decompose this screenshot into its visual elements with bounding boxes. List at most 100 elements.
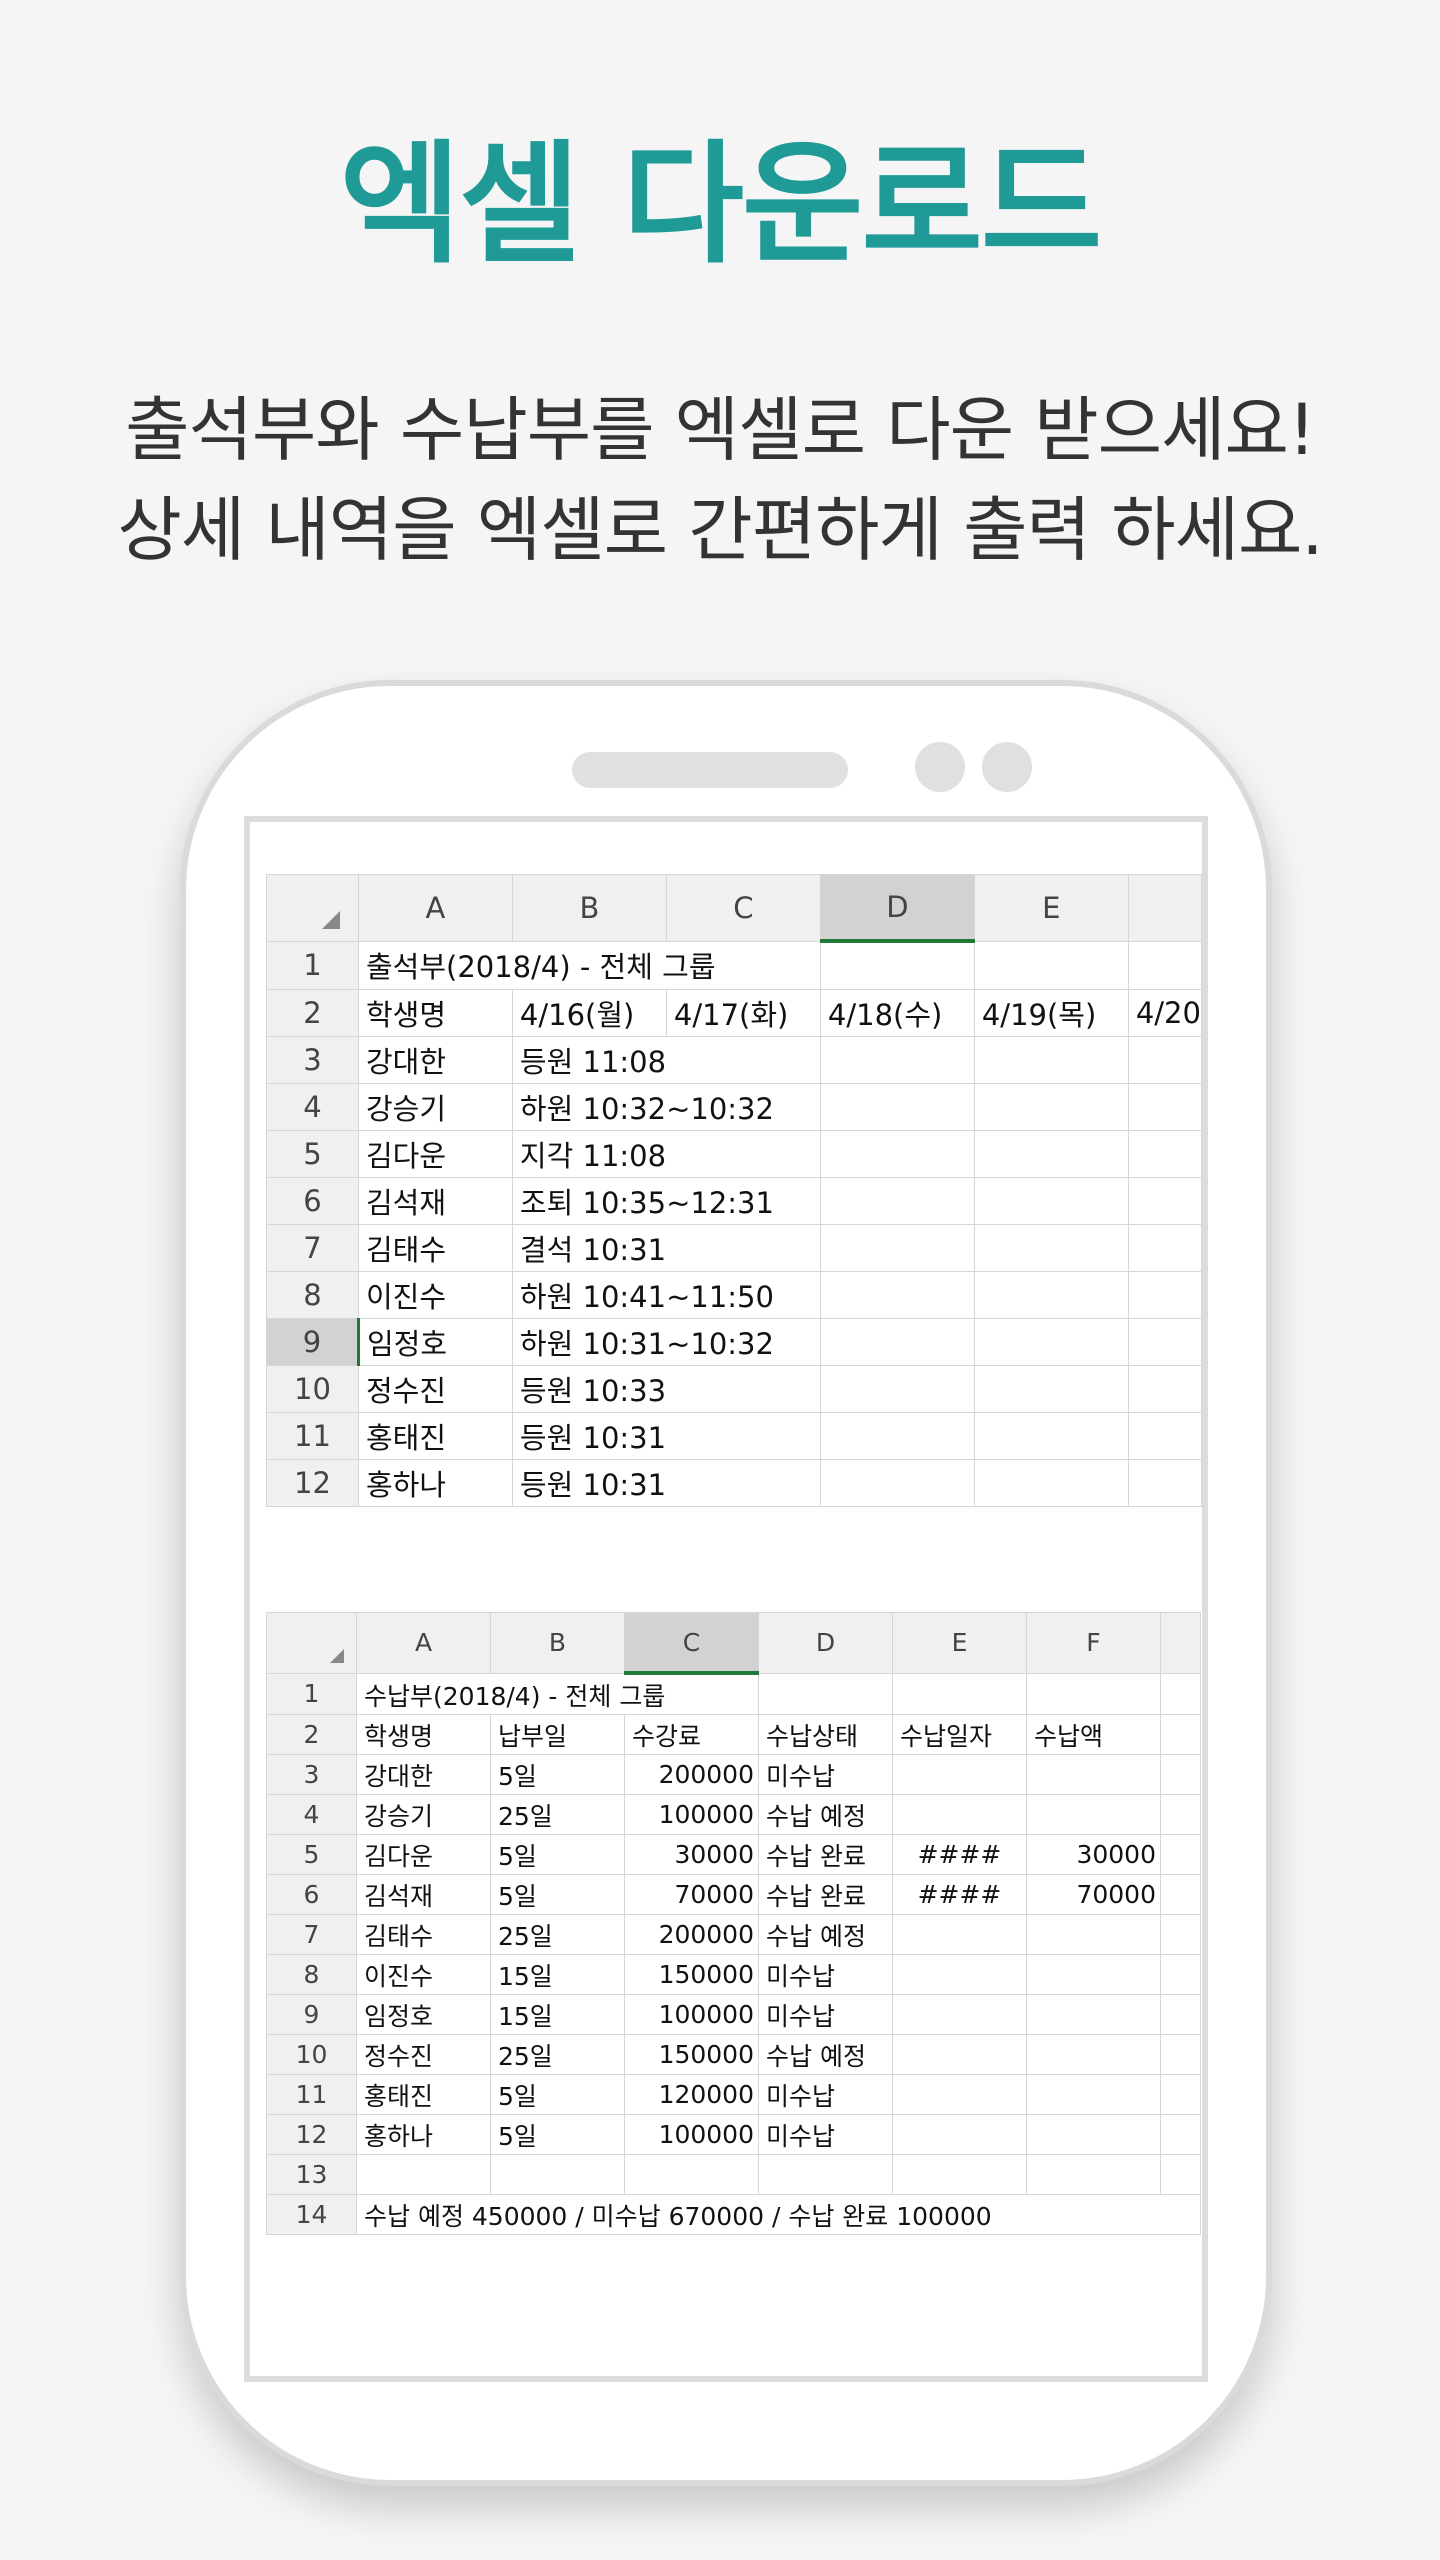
column-header-f[interactable] [1127,874,1202,942]
cell[interactable] [973,1459,1129,1507]
row-header[interactable]: 9 [266,1994,357,2035]
row-header[interactable]: 7 [266,1224,359,1272]
payment-amount-cell[interactable] [1026,1954,1161,1995]
cell[interactable] [624,2154,759,2195]
cell[interactable] [1127,1224,1202,1272]
row-header[interactable]: 14 [266,2194,357,2235]
student-name-cell[interactable]: 강승기 [356,1794,491,1835]
payment-amount-cell[interactable] [1026,2114,1161,2155]
cell[interactable] [1160,1714,1201,1755]
cell[interactable] [973,1271,1129,1319]
payment-status-cell[interactable]: 수납 완료 [758,1834,893,1875]
due-day-cell[interactable]: 15일 [490,1954,625,1995]
payment-status-cell[interactable]: 미수납 [758,2074,893,2115]
cell[interactable] [1127,1459,1202,1507]
payment-status-cell[interactable]: 미수납 [758,1994,893,2035]
row-header[interactable]: 7 [266,1914,357,1955]
header-cell[interactable]: 학생명 [357,989,513,1037]
student-name-cell[interactable]: 이진수 [356,1954,491,1995]
payment-status-cell[interactable]: 미수납 [758,1954,893,1995]
payment-amount-cell[interactable] [1026,1754,1161,1795]
attendance-record-cell[interactable]: 등원 10:33 [511,1365,821,1413]
student-name-cell[interactable]: 홍태진 [356,2074,491,2115]
due-day-cell[interactable]: 15일 [490,1994,625,2035]
cell[interactable] [973,1224,1129,1272]
fee-cell[interactable]: 150000 [624,1954,759,1995]
select-all-corner[interactable] [266,874,359,942]
payment-date-cell[interactable] [892,2034,1027,2075]
cell[interactable] [819,1318,975,1366]
header-cell[interactable]: 수납상태 [758,1714,893,1755]
column-header-f[interactable]: F [1026,1612,1161,1674]
due-day-cell[interactable]: 5일 [490,1874,625,1915]
student-name-cell[interactable]: 정수진 [357,1365,513,1413]
cell[interactable] [973,1130,1129,1178]
fee-cell[interactable]: 200000 [624,1914,759,1955]
cell[interactable] [758,1672,893,1715]
cell[interactable] [1160,1874,1201,1915]
fee-cell[interactable]: 30000 [624,1834,759,1875]
cell[interactable] [1160,1914,1201,1955]
fee-cell[interactable]: 70000 [624,1874,759,1915]
student-name-cell[interactable]: 김태수 [357,1224,513,1272]
payment-date-cell[interactable] [892,1754,1027,1795]
column-header-c[interactable]: C [665,874,821,942]
header-cell[interactable]: 수납액 [1026,1714,1161,1755]
header-cell[interactable]: 납부일 [490,1714,625,1755]
due-day-cell[interactable]: 5일 [490,2074,625,2115]
cell[interactable] [819,940,975,990]
student-name-cell[interactable]: 강대한 [356,1754,491,1795]
cell[interactable] [819,1412,975,1460]
attendance-record-cell[interactable]: 조퇴 10:35~12:31 [511,1177,821,1225]
column-header-e[interactable]: E [892,1612,1027,1674]
cell[interactable] [1127,1365,1202,1413]
cell[interactable] [1026,2154,1161,2195]
row-header[interactable]: 12 [266,2114,357,2155]
cell[interactable] [1127,1130,1202,1178]
cell[interactable] [892,1672,1027,1715]
student-name-cell[interactable]: 김다운 [356,1834,491,1875]
cell[interactable] [1160,2034,1201,2075]
student-name-cell[interactable]: 홍하나 [356,2114,491,2155]
fee-cell[interactable]: 100000 [624,2114,759,2155]
row-header[interactable]: 10 [266,2034,357,2075]
student-name-cell[interactable]: 임정호 [356,1318,513,1366]
row-header[interactable]: 2 [266,1714,357,1755]
column-header-b[interactable]: B [511,874,667,942]
attendance-record-cell[interactable]: 하원 10:31~10:32 [511,1318,821,1366]
cell[interactable] [819,1036,975,1084]
cell[interactable] [1160,1754,1201,1795]
payment-amount-cell[interactable] [1026,1914,1161,1955]
cell[interactable] [1127,1083,1202,1131]
cell[interactable] [973,940,1129,990]
cell[interactable] [758,2154,893,2195]
cell[interactable] [973,1083,1129,1131]
header-cell[interactable]: 4/19(목) [973,989,1129,1037]
cell[interactable] [819,1224,975,1272]
payment-amount-cell[interactable] [1026,1794,1161,1835]
row-header[interactable]: 8 [266,1954,357,1995]
row-header[interactable]: 2 [266,989,359,1037]
row-header[interactable]: 6 [266,1874,357,1915]
column-header-e[interactable]: E [973,874,1129,942]
cell[interactable] [1127,1036,1202,1084]
fee-cell[interactable]: 150000 [624,2034,759,2075]
payment-status-cell[interactable]: 수납 예정 [758,1794,893,1835]
row-header[interactable]: 4 [266,1083,359,1131]
payment-status-cell[interactable]: 수납 예정 [758,1914,893,1955]
row-header[interactable]: 10 [266,1365,359,1413]
column-header-d[interactable]: D [758,1612,893,1674]
cell[interactable] [973,1177,1129,1225]
cell[interactable] [1127,940,1202,990]
cell[interactable] [1127,1271,1202,1319]
student-name-cell[interactable]: 김태수 [356,1914,491,1955]
header-cell[interactable]: 4/17(화) [665,989,821,1037]
payment-amount-cell[interactable]: 70000 [1026,1874,1161,1915]
due-day-cell[interactable]: 25일 [490,1914,625,1955]
student-name-cell[interactable]: 이진수 [357,1271,513,1319]
cell[interactable] [1160,1834,1201,1875]
cell[interactable] [490,2154,625,2195]
attendance-record-cell[interactable]: 하원 10:41~11:50 [511,1271,821,1319]
row-header[interactable]: 9 [266,1318,359,1366]
payment-amount-cell[interactable] [1026,2034,1161,2075]
